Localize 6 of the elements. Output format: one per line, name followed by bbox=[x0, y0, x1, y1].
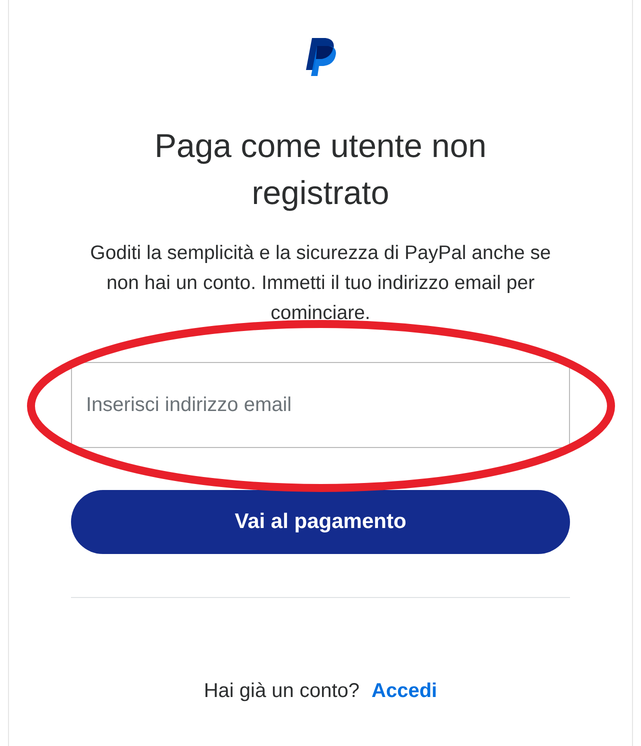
description-text: Goditi la semplicità e la sicurezza di PayPal anche se non hai un conto. Immetti il tuo indirizzo email per cominciare. bbox=[89, 241, 552, 326]
checkout-button[interactable]: Vai al pagamento bbox=[71, 490, 570, 554]
page-title: Paga come utente non registrato bbox=[153, 126, 488, 213]
account-question: Hai già un conto? bbox=[204, 679, 360, 704]
login-link[interactable]: Accedi bbox=[372, 676, 438, 706]
email-field[interactable]: Inserisci indirizzo email bbox=[71, 362, 570, 448]
